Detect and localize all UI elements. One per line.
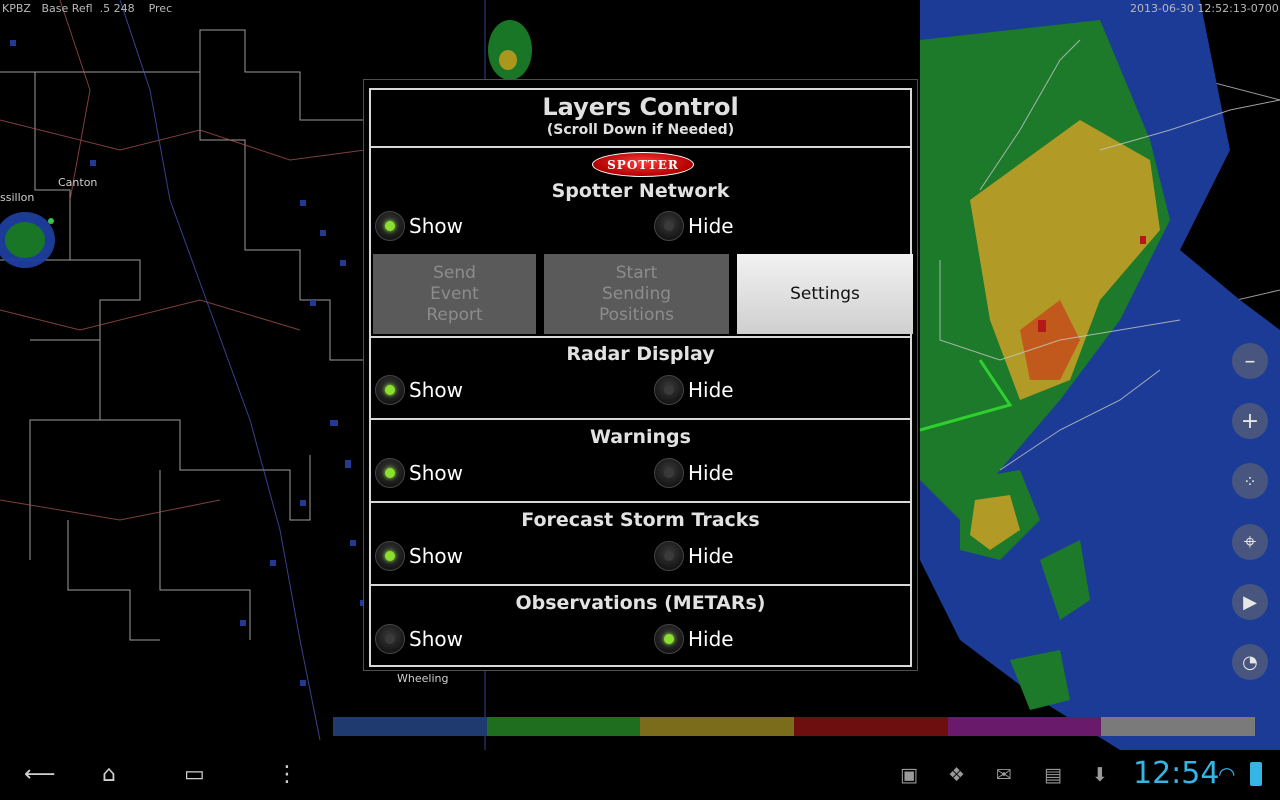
- radio-button-icon: [375, 624, 405, 654]
- section-forecast-storm-tracks: Forecast Storm Tracks Show Hide: [369, 501, 912, 586]
- section-warnings: Warnings Show Hide: [369, 418, 912, 503]
- radio-label: Show: [409, 461, 463, 485]
- section-title: Radar Display: [566, 343, 715, 365]
- radar-timestamp: 2013-06-30 12:52:13-0700: [1130, 2, 1279, 15]
- city-label-massillon: ssillon: [0, 191, 35, 204]
- battery-icon: [1250, 762, 1262, 786]
- section-observations: Observations (METARs) Show Hide: [369, 584, 912, 667]
- radio-button-icon: [654, 541, 684, 571]
- play-icon[interactable]: ▶: [1232, 584, 1268, 620]
- radio-label: Hide: [688, 378, 734, 402]
- status-clock: 12:54: [1133, 756, 1220, 791]
- layers-control-dialog: Layers Control (Scroll Down if Needed) S…: [363, 79, 918, 671]
- spotter-show-radio[interactable]: Show: [375, 211, 463, 241]
- wifi-icon: ◠: [1218, 762, 1236, 786]
- home-icon[interactable]: ⌂: [102, 762, 116, 787]
- section-radar-display: Radar Display Show Hide: [369, 336, 912, 420]
- observations-show-radio[interactable]: Show: [375, 624, 463, 654]
- storm-tracks-hide-radio[interactable]: Hide: [654, 541, 734, 571]
- gallery-icon: ▣: [900, 764, 918, 786]
- dialog-subtitle: (Scroll Down if Needed): [546, 122, 735, 138]
- radio-button-icon: [654, 458, 684, 488]
- compass-icon[interactable]: ◔: [1232, 644, 1268, 680]
- radar-show-radio[interactable]: Show: [375, 375, 463, 405]
- radio-label: Show: [409, 378, 463, 402]
- radar-status-line: KPBZ Base Refl .5 248 Prec: [2, 2, 173, 15]
- recent-apps-icon[interactable]: ▭: [184, 762, 205, 787]
- section-title: Warnings: [590, 426, 691, 448]
- layers-icon[interactable]: ⁘: [1232, 463, 1268, 499]
- system-navigation-bar: ⟵ ⌂ ▭ ⋮ ▣ ❖ ✉ ▤ ⬇ 12:54 ◠: [0, 750, 1280, 800]
- radio-button-icon: [654, 211, 684, 241]
- back-icon[interactable]: ⟵: [24, 762, 56, 787]
- radio-label: Hide: [688, 627, 734, 651]
- city-label-wheeling: Wheeling: [397, 672, 449, 685]
- radio-button-icon: [375, 375, 405, 405]
- radio-label: Show: [409, 627, 463, 651]
- radio-button-icon: [375, 458, 405, 488]
- download-icon: ⬇: [1092, 764, 1108, 786]
- section-spotter-network: SPOTTER Spotter Network Show Hide Send E…: [369, 146, 913, 338]
- send-event-report-button[interactable]: Send Event Report: [373, 254, 536, 334]
- section-title: Spotter Network: [551, 180, 730, 202]
- radio-button-icon: [375, 541, 405, 571]
- radio-button-icon: [654, 375, 684, 405]
- legend-segment: [794, 717, 948, 736]
- dropbox-icon: ❖: [948, 764, 966, 786]
- dialog-header: Layers Control (Scroll Down if Needed): [369, 88, 912, 148]
- legend-segment: [486, 717, 641, 736]
- zoom-out-icon[interactable]: –: [1232, 343, 1268, 379]
- start-sending-positions-button[interactable]: Start Sending Positions: [544, 254, 729, 334]
- radar-hide-radio[interactable]: Hide: [654, 375, 734, 405]
- legend-segment: [333, 717, 487, 736]
- zoom-in-icon[interactable]: +: [1232, 403, 1268, 439]
- store-icon: ▤: [1044, 764, 1062, 786]
- menu-icon[interactable]: ⋮: [276, 762, 298, 787]
- section-title: Forecast Storm Tracks: [521, 509, 760, 531]
- dialog-title: Layers Control: [542, 93, 739, 121]
- storm-tracks-show-radio[interactable]: Show: [375, 541, 463, 571]
- observations-hide-radio[interactable]: Hide: [654, 624, 734, 654]
- legend-segment: [1101, 717, 1256, 736]
- gmail-icon: ✉: [996, 764, 1012, 786]
- legend-segment: [640, 717, 795, 736]
- warnings-hide-radio[interactable]: Hide: [654, 458, 734, 488]
- radio-button-icon: [654, 624, 684, 654]
- warnings-show-radio[interactable]: Show: [375, 458, 463, 488]
- radio-button-icon: [375, 211, 405, 241]
- locate-icon[interactable]: ⌖: [1232, 524, 1268, 560]
- radio-label: Hide: [688, 544, 734, 568]
- radio-label: Show: [409, 544, 463, 568]
- radio-label: Hide: [688, 214, 734, 238]
- legend-segment: [947, 717, 1102, 736]
- spotter-hide-radio[interactable]: Hide: [654, 211, 734, 241]
- spotter-network-logo: SPOTTER: [592, 152, 694, 177]
- reflectivity-color-legend: [333, 717, 1256, 736]
- radio-label: Hide: [688, 461, 734, 485]
- settings-button[interactable]: Settings: [737, 254, 913, 334]
- section-title: Observations (METARs): [515, 592, 766, 614]
- city-label-canton: Canton: [58, 176, 98, 189]
- city-marker: [46, 214, 54, 227]
- radio-label: Show: [409, 214, 463, 238]
